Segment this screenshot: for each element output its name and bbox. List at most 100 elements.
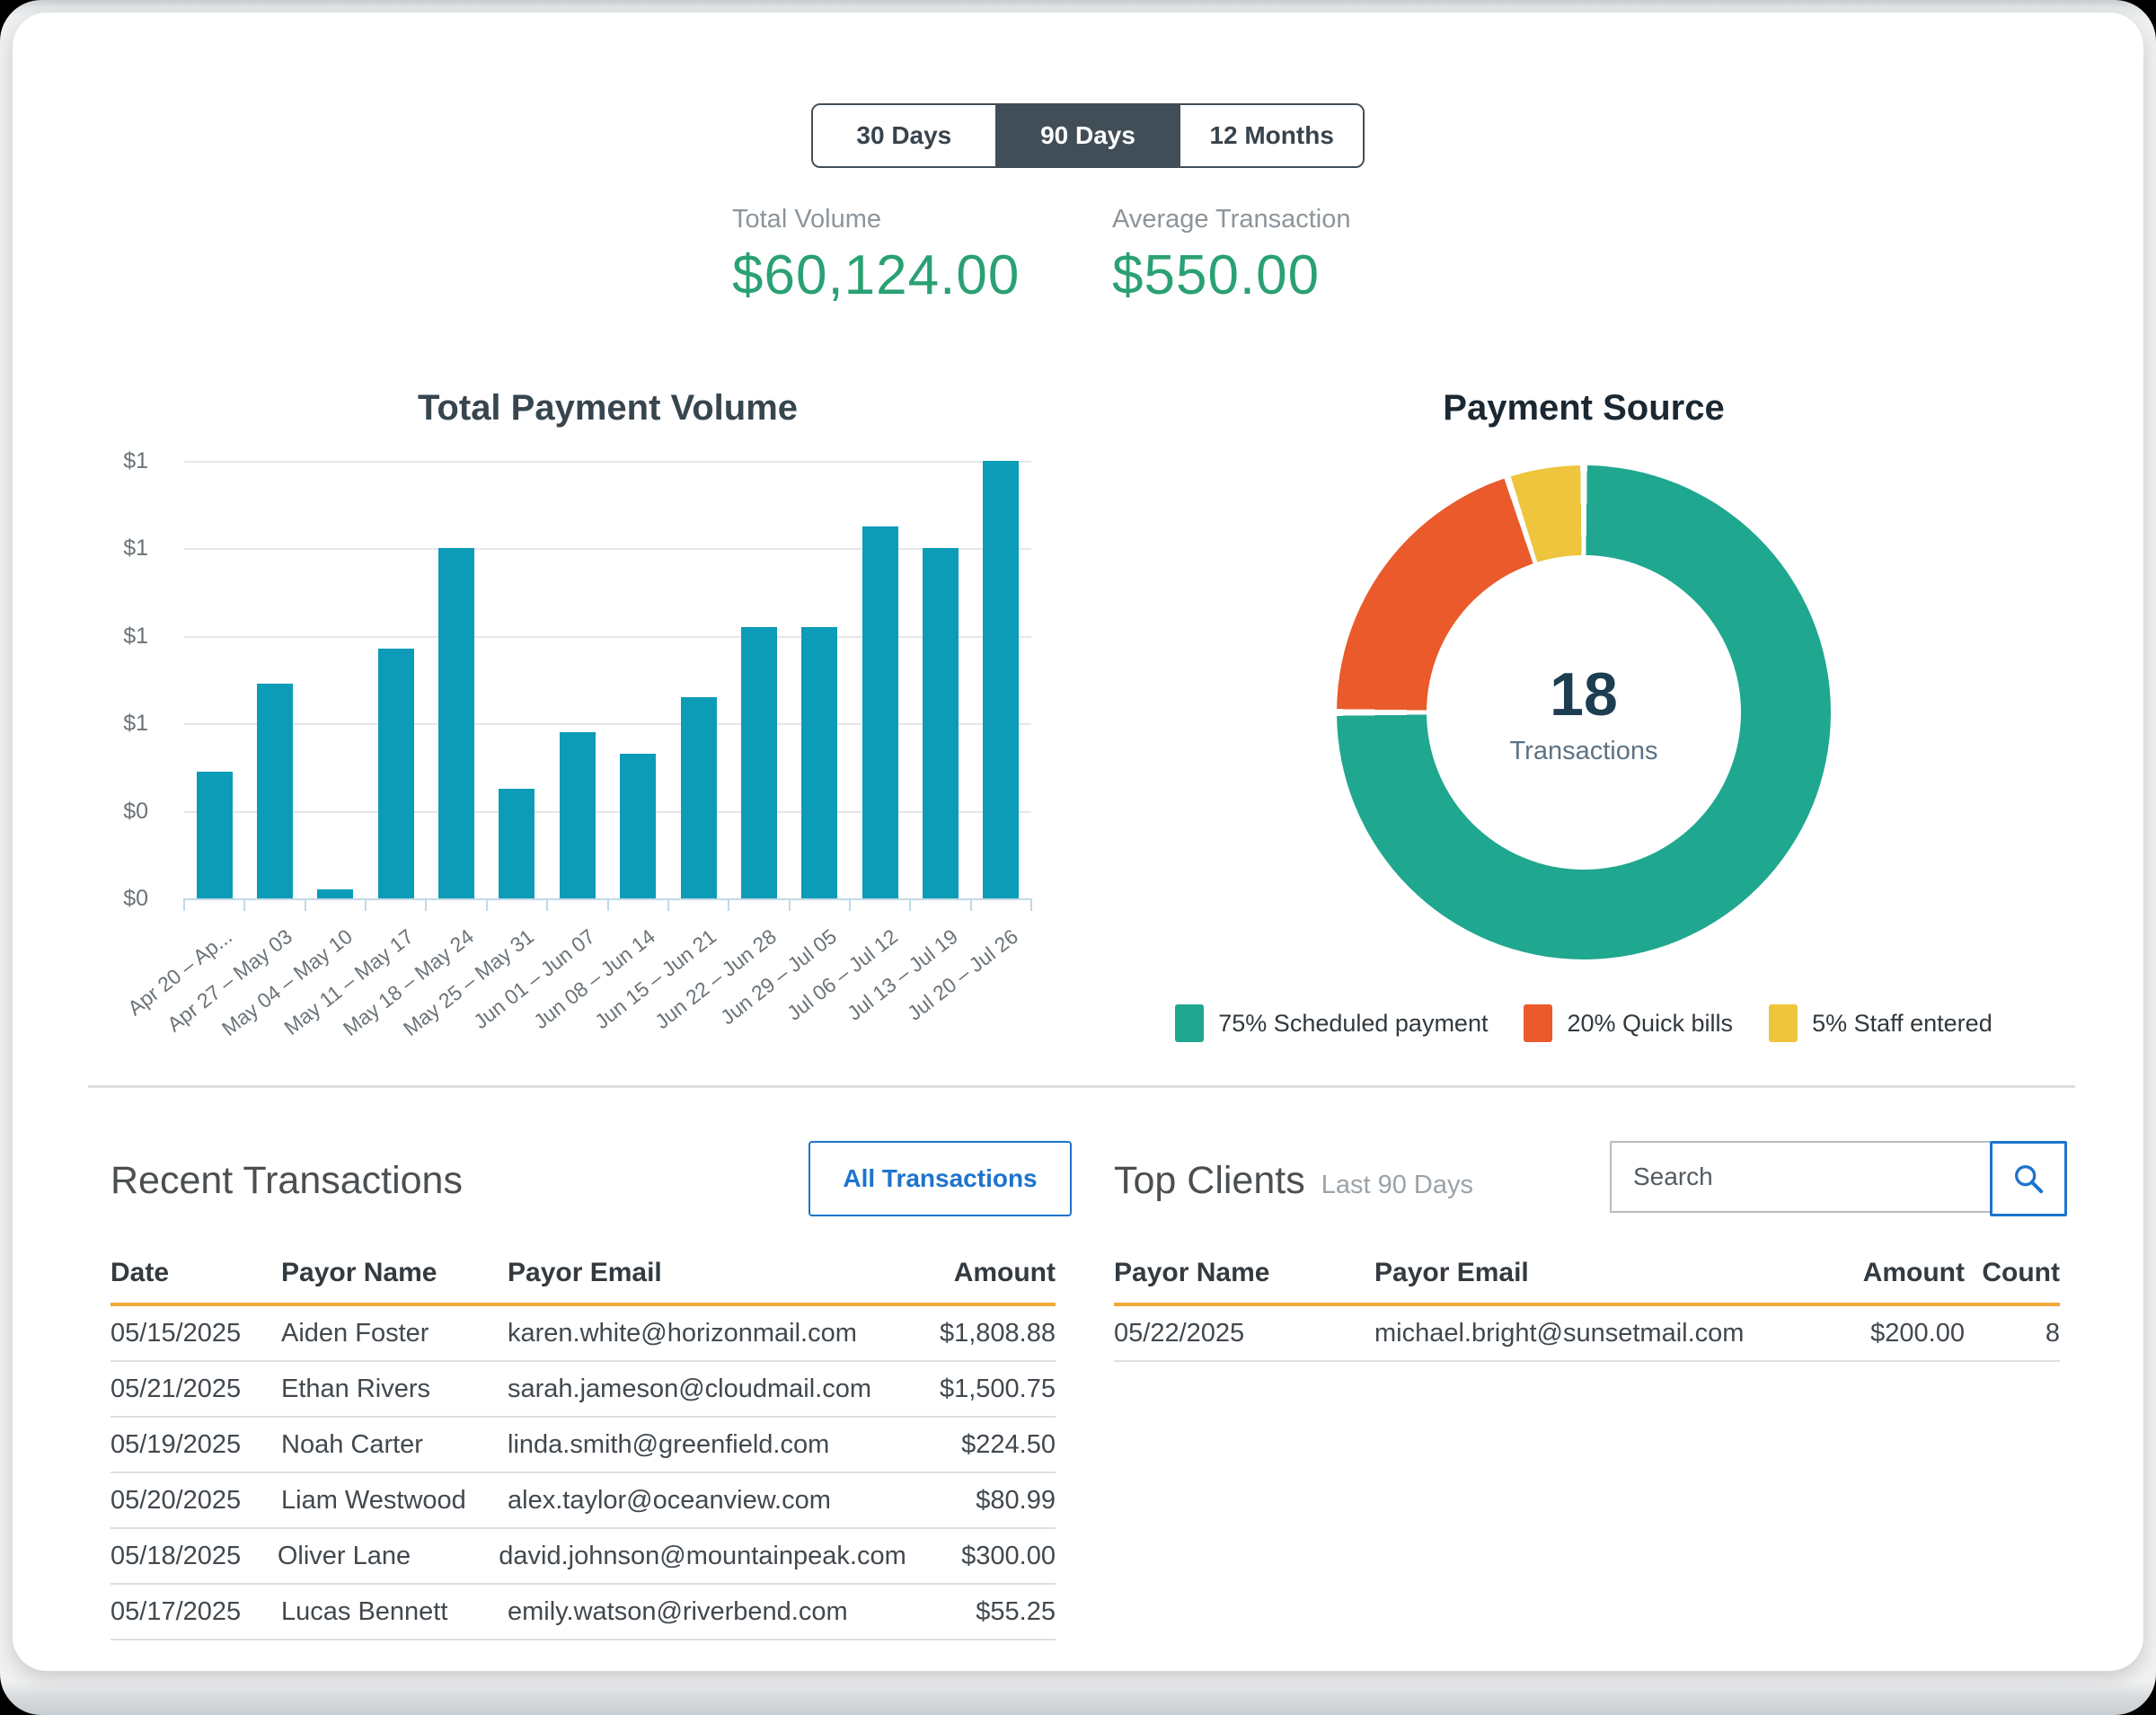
kpi-total-volume-label: Total Volume xyxy=(732,205,1020,234)
legend-item-staff-entered[interactable]: 5% Staff entered xyxy=(1769,1004,1993,1042)
date-range-tabs: 30 Days90 Days12 Months xyxy=(811,103,1365,168)
cell-payor-email: alex.taylor@oceanview.com xyxy=(508,1486,903,1516)
bar-may-18-may-24 xyxy=(438,548,474,898)
cell-payor-name: Aiden Foster xyxy=(281,1319,508,1348)
all-transactions-button[interactable]: All Transactions xyxy=(808,1141,1072,1216)
legend-item-scheduled-payment[interactable]: 75% Scheduled payment xyxy=(1175,1004,1488,1042)
column-header-payor-email: Payor Email xyxy=(1374,1258,1821,1288)
top-clients-title-text: Top Clients xyxy=(1114,1159,1305,1202)
legend-label: 5% Staff entered xyxy=(1812,1010,1993,1038)
cell-payor-email: david.johnson@mountainpeak.com xyxy=(499,1542,906,1571)
y-axis-tick-label: $1 xyxy=(76,711,148,737)
cell-payor-name: Lucas Bennett xyxy=(281,1597,508,1627)
bar-may-11-may-17 xyxy=(378,649,414,898)
x-axis-tick xyxy=(425,898,427,911)
payment-source-chart: Payment Source 18 Transactions 75% Sched… xyxy=(1153,359,2014,1114)
gridline xyxy=(184,461,1031,463)
bar-jun-15-jun-21 xyxy=(681,697,717,898)
bar-chart-plot: $1$1$1$1$0$0Apr 20 – Ap...Apr 27 – May 0… xyxy=(184,461,1031,900)
bar-apr-20-ap- xyxy=(197,772,233,898)
y-axis-tick-label: $1 xyxy=(76,623,148,650)
tab-12-months[interactable]: 12 Months xyxy=(1180,105,1363,166)
legend-swatch xyxy=(1769,1004,1798,1042)
tab-30-days[interactable]: 30 Days xyxy=(813,105,997,166)
top-clients-header: Payor Name Payor Email Amount Count xyxy=(1114,1252,2060,1306)
gridline xyxy=(184,811,1031,813)
donut-chart-title: Payment Source xyxy=(1153,388,2014,429)
kpi-total-volume: Total Volume $60,124.00 xyxy=(732,205,1020,307)
kpi-average-transaction-value: $550.00 xyxy=(1112,243,1350,307)
kpi-average-transaction: Average Transaction $550.00 xyxy=(1112,205,1350,307)
column-header-payor-name: Payor Name xyxy=(281,1258,508,1288)
x-axis-tick xyxy=(728,898,729,911)
x-axis-tick xyxy=(667,898,669,911)
legend-item-quick-bills[interactable]: 20% Quick bills xyxy=(1524,1004,1733,1042)
cell-payor-email: michael.bright@sunsetmail.com xyxy=(1374,1319,1821,1348)
x-axis-tick xyxy=(789,898,791,911)
x-axis-tick xyxy=(486,898,488,911)
x-axis-tick xyxy=(365,898,367,911)
x-axis-tick xyxy=(849,898,851,911)
cell-amount: $200.00 xyxy=(1821,1319,1965,1348)
cell-payor-name: Ethan Rivers xyxy=(281,1375,508,1404)
bar-jun-22-jun-28 xyxy=(741,627,777,898)
bar-apr-27-may-03 xyxy=(257,684,293,898)
x-axis-tick xyxy=(1030,898,1032,911)
cell-payor-name: Oliver Lane xyxy=(278,1542,499,1571)
legend-swatch xyxy=(1524,1004,1552,1042)
y-axis-tick-label: $0 xyxy=(76,886,148,912)
search-input[interactable] xyxy=(1610,1141,1990,1213)
table-row: 05/15/2025Aiden Fosterkaren.white@horizo… xyxy=(110,1306,1056,1362)
table-row: 05/20/2025Liam Westwoodalex.taylor@ocean… xyxy=(110,1473,1056,1529)
top-clients-search xyxy=(1610,1141,2067,1216)
gridline xyxy=(184,723,1031,725)
bar-jul-13-jul-19 xyxy=(923,548,959,898)
column-header-date: Date xyxy=(110,1258,281,1288)
legend-label: 75% Scheduled payment xyxy=(1218,1010,1488,1038)
y-axis-tick-label: $1 xyxy=(76,535,148,561)
cell-date: 05/15/2025 xyxy=(110,1319,281,1348)
cell-amount: $1,500.75 xyxy=(903,1375,1056,1404)
bar-jun-08-jun-14 xyxy=(620,754,656,898)
bar-jul-20-jul-26 xyxy=(983,461,1019,898)
cell-payor-name: 05/22/2025 xyxy=(1114,1319,1374,1348)
cell-amount: $55.25 xyxy=(903,1597,1056,1627)
search-button[interactable] xyxy=(1990,1141,2067,1216)
top-clients-title: Top Clients Last 90 Days xyxy=(1114,1159,1473,1203)
cell-date: 05/17/2025 xyxy=(110,1597,281,1627)
column-header-payor-name: Payor Name xyxy=(1114,1258,1374,1288)
cell-date: 05/19/2025 xyxy=(110,1430,281,1460)
gridline xyxy=(184,636,1031,638)
search-icon xyxy=(2010,1161,2046,1197)
x-axis-tick xyxy=(546,898,548,911)
donut-center: 18 Transactions xyxy=(1427,555,1741,870)
legend-swatch xyxy=(1175,1004,1204,1042)
cell-amount: $80.99 xyxy=(903,1486,1056,1516)
bar-jun-01-jun-07 xyxy=(560,732,596,898)
table-row: 05/18/2025Oliver Lanedavid.johnson@mount… xyxy=(110,1529,1056,1585)
cell-payor-email: karen.white@horizonmail.com xyxy=(508,1319,903,1348)
cell-date: 05/21/2025 xyxy=(110,1375,281,1404)
cell-payor-email: emily.watson@riverbend.com xyxy=(508,1597,903,1627)
table-row: 05/21/2025Ethan Riverssarah.jameson@clou… xyxy=(110,1362,1056,1418)
donut-center-label: Transactions xyxy=(1510,737,1658,766)
y-axis-tick-label: $0 xyxy=(76,799,148,825)
top-clients-rows: 05/22/2025michael.bright@sunsetmail.com$… xyxy=(1114,1306,2060,1362)
top-clients-subtitle: Last 90 Days xyxy=(1321,1171,1473,1199)
cell-payor-name: Noah Carter xyxy=(281,1430,508,1460)
x-axis-tick xyxy=(607,898,609,911)
kpi-average-transaction-label: Average Transaction xyxy=(1112,205,1350,234)
y-axis-tick-label: $1 xyxy=(76,448,148,474)
cell-payor-name: Liam Westwood xyxy=(281,1486,508,1516)
donut-chart: 18 Transactions xyxy=(1337,465,1831,959)
x-axis-tick xyxy=(183,898,185,911)
gridline xyxy=(184,548,1031,550)
kpi-total-volume-value: $60,124.00 xyxy=(732,243,1020,307)
table-row: 05/17/2025Lucas Bennettemily.watson@rive… xyxy=(110,1585,1056,1640)
top-clients-table: Payor Name Payor Email Amount Count 05/2… xyxy=(1114,1252,2060,1362)
total-payment-volume-chart: Total Payment Volume $1$1$1$1$0$0Apr 20 … xyxy=(90,359,1078,1114)
tab-90-days[interactable]: 90 Days xyxy=(997,105,1181,166)
column-header-amount: Amount xyxy=(1821,1258,1965,1288)
cell-payor-email: linda.smith@greenfield.com xyxy=(508,1430,903,1460)
x-axis-tick xyxy=(243,898,245,911)
